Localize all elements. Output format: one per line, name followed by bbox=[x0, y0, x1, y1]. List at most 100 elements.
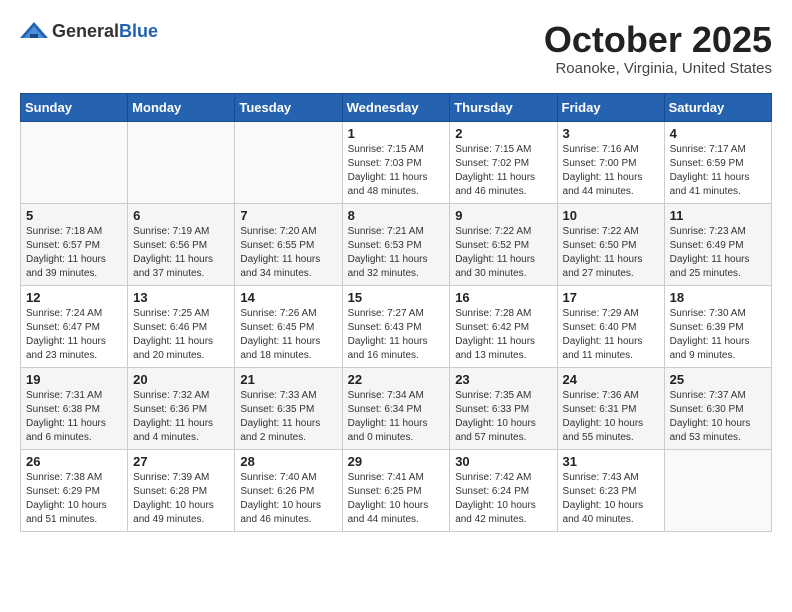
day-info: Sunrise: 7:32 AM Sunset: 6:36 PM Dayligh… bbox=[133, 389, 229, 445]
calendar-cell: 11 Sunrise: 7:23 AM Sunset: 6:49 PM Dayli… bbox=[664, 203, 771, 285]
day-info: Sunrise: 7:29 AM Sunset: 6:40 PM Dayligh… bbox=[563, 307, 659, 363]
day-number: 15 bbox=[348, 290, 445, 305]
day-number: 18 bbox=[670, 290, 766, 305]
day-number: 14 bbox=[240, 290, 336, 305]
calendar-cell: 31Sunrise: 7:43 AM Sunset: 6:23 PM Dayli… bbox=[557, 449, 664, 531]
day-info: Sunrise: 7:22 AM Sunset: 6:50 PM Dayligh… bbox=[563, 225, 659, 281]
day-number: 22 bbox=[348, 372, 445, 387]
calendar-cell: 5 Sunrise: 7:18 AM Sunset: 6:57 PM Daylig… bbox=[21, 203, 128, 285]
calendar-week-3: 12Sunrise: 7:24 AM Sunset: 6:47 PM Dayli… bbox=[21, 285, 772, 367]
day-header-monday: Monday bbox=[128, 93, 235, 121]
day-header-sunday: Sunday bbox=[21, 93, 128, 121]
logo-general: General bbox=[52, 21, 119, 42]
calendar-cell: 6 Sunrise: 7:19 AM Sunset: 6:56 PM Daylig… bbox=[128, 203, 235, 285]
day-info: Sunrise: 7:40 AM Sunset: 6:26 PM Dayligh… bbox=[240, 471, 336, 527]
calendar-week-5: 26 Sunrise: 7:38 AM Sunset: 6:29 PM Dayli… bbox=[21, 449, 772, 531]
calendar-cell: 17Sunrise: 7:29 AM Sunset: 6:40 PM Dayli… bbox=[557, 285, 664, 367]
day-number: 5 bbox=[26, 208, 122, 223]
day-info: Sunrise: 7:38 AM Sunset: 6:29 PM Dayligh… bbox=[26, 471, 122, 527]
logo-icon bbox=[20, 20, 48, 42]
calendar-cell: 22 Sunrise: 7:34 AM Sunset: 6:34 PM Dayli… bbox=[342, 367, 450, 449]
calendar-cell: 13Sunrise: 7:25 AM Sunset: 6:46 PM Dayli… bbox=[128, 285, 235, 367]
day-number: 13 bbox=[133, 290, 229, 305]
day-number: 31 bbox=[563, 454, 659, 469]
day-number: 8 bbox=[348, 208, 445, 223]
day-info: Sunrise: 7:22 AM Sunset: 6:52 PM Dayligh… bbox=[455, 225, 551, 281]
calendar-cell: 1 Sunrise: 7:15 AM Sunset: 7:03 PM Daylig… bbox=[342, 121, 450, 203]
calendar-cell: 10 Sunrise: 7:22 AM Sunset: 6:50 PM Dayli… bbox=[557, 203, 664, 285]
calendar-cell: 30Sunrise: 7:42 AM Sunset: 6:24 PM Dayli… bbox=[450, 449, 557, 531]
calendar-cell: 12Sunrise: 7:24 AM Sunset: 6:47 PM Dayli… bbox=[21, 285, 128, 367]
day-number: 6 bbox=[133, 208, 229, 223]
month-title: October 2025 bbox=[544, 20, 772, 60]
day-number: 12 bbox=[26, 290, 122, 305]
day-info: Sunrise: 7:15 AM Sunset: 7:03 PM Dayligh… bbox=[348, 143, 445, 199]
calendar-week-1: 1 Sunrise: 7:15 AM Sunset: 7:03 PM Daylig… bbox=[21, 121, 772, 203]
calendar-cell: 28Sunrise: 7:40 AM Sunset: 6:26 PM Dayli… bbox=[235, 449, 342, 531]
day-number: 26 bbox=[26, 454, 122, 469]
day-info: Sunrise: 7:15 AM Sunset: 7:02 PM Dayligh… bbox=[455, 143, 551, 199]
day-number: 21 bbox=[240, 372, 336, 387]
day-number: 3 bbox=[563, 126, 659, 141]
day-number: 1 bbox=[348, 126, 445, 141]
calendar-cell: 14 Sunrise: 7:26 AM Sunset: 6:45 PM Dayli… bbox=[235, 285, 342, 367]
day-info: Sunrise: 7:30 AM Sunset: 6:39 PM Dayligh… bbox=[670, 307, 766, 363]
day-info: Sunrise: 7:34 AM Sunset: 6:34 PM Dayligh… bbox=[348, 389, 445, 445]
page-header: General Blue October 2025 Roanoke, Virgi… bbox=[20, 20, 772, 77]
day-header-tuesday: Tuesday bbox=[235, 93, 342, 121]
day-info: Sunrise: 7:19 AM Sunset: 6:56 PM Dayligh… bbox=[133, 225, 229, 281]
day-number: 25 bbox=[670, 372, 766, 387]
calendar-cell: 21Sunrise: 7:33 AM Sunset: 6:35 PM Dayli… bbox=[235, 367, 342, 449]
day-number: 30 bbox=[455, 454, 551, 469]
day-info: Sunrise: 7:17 AM Sunset: 6:59 PM Dayligh… bbox=[670, 143, 766, 199]
day-number: 10 bbox=[563, 208, 659, 223]
day-info: Sunrise: 7:27 AM Sunset: 6:43 PM Dayligh… bbox=[348, 307, 445, 363]
calendar-cell: 3 Sunrise: 7:16 AM Sunset: 7:00 PM Daylig… bbox=[557, 121, 664, 203]
day-info: Sunrise: 7:37 AM Sunset: 6:30 PM Dayligh… bbox=[670, 389, 766, 445]
calendar-cell: 29 Sunrise: 7:41 AM Sunset: 6:25 PM Dayli… bbox=[342, 449, 450, 531]
header-row: SundayMondayTuesdayWednesdayThursdayFrid… bbox=[21, 93, 772, 121]
calendar-week-2: 5 Sunrise: 7:18 AM Sunset: 6:57 PM Daylig… bbox=[21, 203, 772, 285]
day-header-saturday: Saturday bbox=[664, 93, 771, 121]
calendar-cell: 15 Sunrise: 7:27 AM Sunset: 6:43 PM Dayli… bbox=[342, 285, 450, 367]
logo: General Blue bbox=[20, 20, 158, 42]
calendar-cell bbox=[664, 449, 771, 531]
day-number: 19 bbox=[26, 372, 122, 387]
calendar-cell: 23 Sunrise: 7:35 AM Sunset: 6:33 PM Dayli… bbox=[450, 367, 557, 449]
location: Roanoke, Virginia, United States bbox=[544, 60, 772, 77]
day-header-friday: Friday bbox=[557, 93, 664, 121]
calendar-cell: 24Sunrise: 7:36 AM Sunset: 6:31 PM Dayli… bbox=[557, 367, 664, 449]
day-info: Sunrise: 7:31 AM Sunset: 6:38 PM Dayligh… bbox=[26, 389, 122, 445]
calendar-week-4: 19 Sunrise: 7:31 AM Sunset: 6:38 PM Dayli… bbox=[21, 367, 772, 449]
calendar-cell: 19 Sunrise: 7:31 AM Sunset: 6:38 PM Dayli… bbox=[21, 367, 128, 449]
calendar-cell: 18 Sunrise: 7:30 AM Sunset: 6:39 PM Dayli… bbox=[664, 285, 771, 367]
calendar-cell: 27Sunrise: 7:39 AM Sunset: 6:28 PM Dayli… bbox=[128, 449, 235, 531]
day-info: Sunrise: 7:23 AM Sunset: 6:49 PM Dayligh… bbox=[670, 225, 766, 281]
day-info: Sunrise: 7:18 AM Sunset: 6:57 PM Dayligh… bbox=[26, 225, 122, 281]
day-number: 29 bbox=[348, 454, 445, 469]
day-number: 11 bbox=[670, 208, 766, 223]
calendar-cell: 25 Sunrise: 7:37 AM Sunset: 6:30 PM Dayli… bbox=[664, 367, 771, 449]
day-info: Sunrise: 7:39 AM Sunset: 6:28 PM Dayligh… bbox=[133, 471, 229, 527]
day-number: 16 bbox=[455, 290, 551, 305]
day-info: Sunrise: 7:16 AM Sunset: 7:00 PM Dayligh… bbox=[563, 143, 659, 199]
calendar-cell: 20 Sunrise: 7:32 AM Sunset: 6:36 PM Dayli… bbox=[128, 367, 235, 449]
day-info: Sunrise: 7:35 AM Sunset: 6:33 PM Dayligh… bbox=[455, 389, 551, 445]
calendar-cell: 16 Sunrise: 7:28 AM Sunset: 6:42 PM Dayli… bbox=[450, 285, 557, 367]
day-info: Sunrise: 7:26 AM Sunset: 6:45 PM Dayligh… bbox=[240, 307, 336, 363]
day-number: 23 bbox=[455, 372, 551, 387]
calendar-cell: 26 Sunrise: 7:38 AM Sunset: 6:29 PM Dayli… bbox=[21, 449, 128, 531]
calendar-cell: 7 Sunrise: 7:20 AM Sunset: 6:55 PM Daylig… bbox=[235, 203, 342, 285]
day-number: 20 bbox=[133, 372, 229, 387]
calendar-cell: 9Sunrise: 7:22 AM Sunset: 6:52 PM Daylig… bbox=[450, 203, 557, 285]
calendar-table: SundayMondayTuesdayWednesdayThursdayFrid… bbox=[20, 93, 772, 532]
day-info: Sunrise: 7:28 AM Sunset: 6:42 PM Dayligh… bbox=[455, 307, 551, 363]
day-info: Sunrise: 7:41 AM Sunset: 6:25 PM Dayligh… bbox=[348, 471, 445, 527]
logo-blue: Blue bbox=[119, 21, 158, 42]
day-info: Sunrise: 7:20 AM Sunset: 6:55 PM Dayligh… bbox=[240, 225, 336, 281]
day-header-wednesday: Wednesday bbox=[342, 93, 450, 121]
day-number: 2 bbox=[455, 126, 551, 141]
title-area: October 2025 Roanoke, Virginia, United S… bbox=[544, 20, 772, 77]
calendar-cell bbox=[235, 121, 342, 203]
day-number: 7 bbox=[240, 208, 336, 223]
